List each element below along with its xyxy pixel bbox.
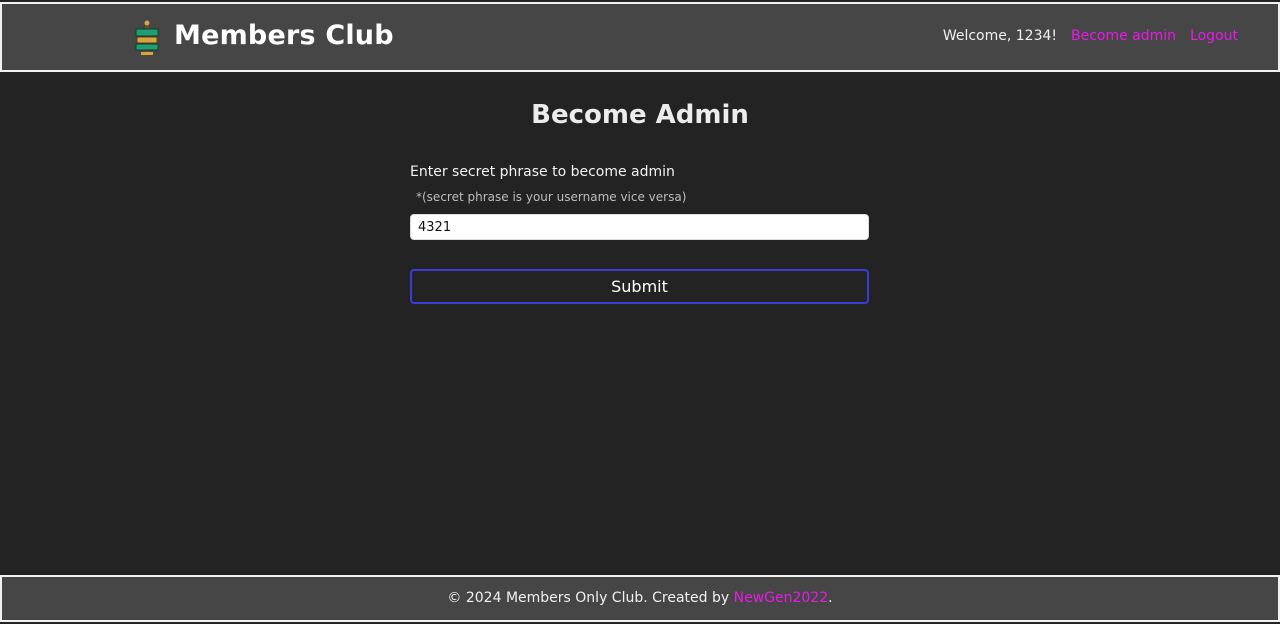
welcome-text: Welcome, 1234!	[942, 28, 1057, 44]
secret-phrase-hint: *(secret phrase is your username vice ve…	[416, 190, 687, 204]
secret-phrase-input[interactable]	[410, 214, 869, 240]
top-nav: Welcome, 1234! Become admin Logout	[943, 28, 1238, 44]
submit-button[interactable]: Submit	[410, 269, 869, 304]
site-header: Members Club Welcome, 1234! Become admin…	[0, 2, 1280, 72]
site-title[interactable]: Members Club	[174, 20, 394, 51]
logout-link[interactable]: Logout	[1190, 28, 1238, 44]
page-title: Become Admin	[531, 100, 749, 130]
site-footer: © 2024 Members Only Club. Created by New…	[0, 575, 1280, 622]
footer-copyright: © 2024 Members Only Club. Created by	[447, 590, 734, 606]
secret-phrase-label: Enter secret phrase to become admin	[410, 164, 675, 180]
footer-suffix: .	[828, 590, 833, 606]
become-admin-link[interactable]: Become admin	[1071, 28, 1176, 44]
members-club-logo-icon[interactable]	[132, 20, 162, 56]
become-admin-form: Enter secret phrase to become admin *(se…	[410, 164, 870, 304]
footer-author-link[interactable]: NewGen2022	[734, 590, 829, 606]
